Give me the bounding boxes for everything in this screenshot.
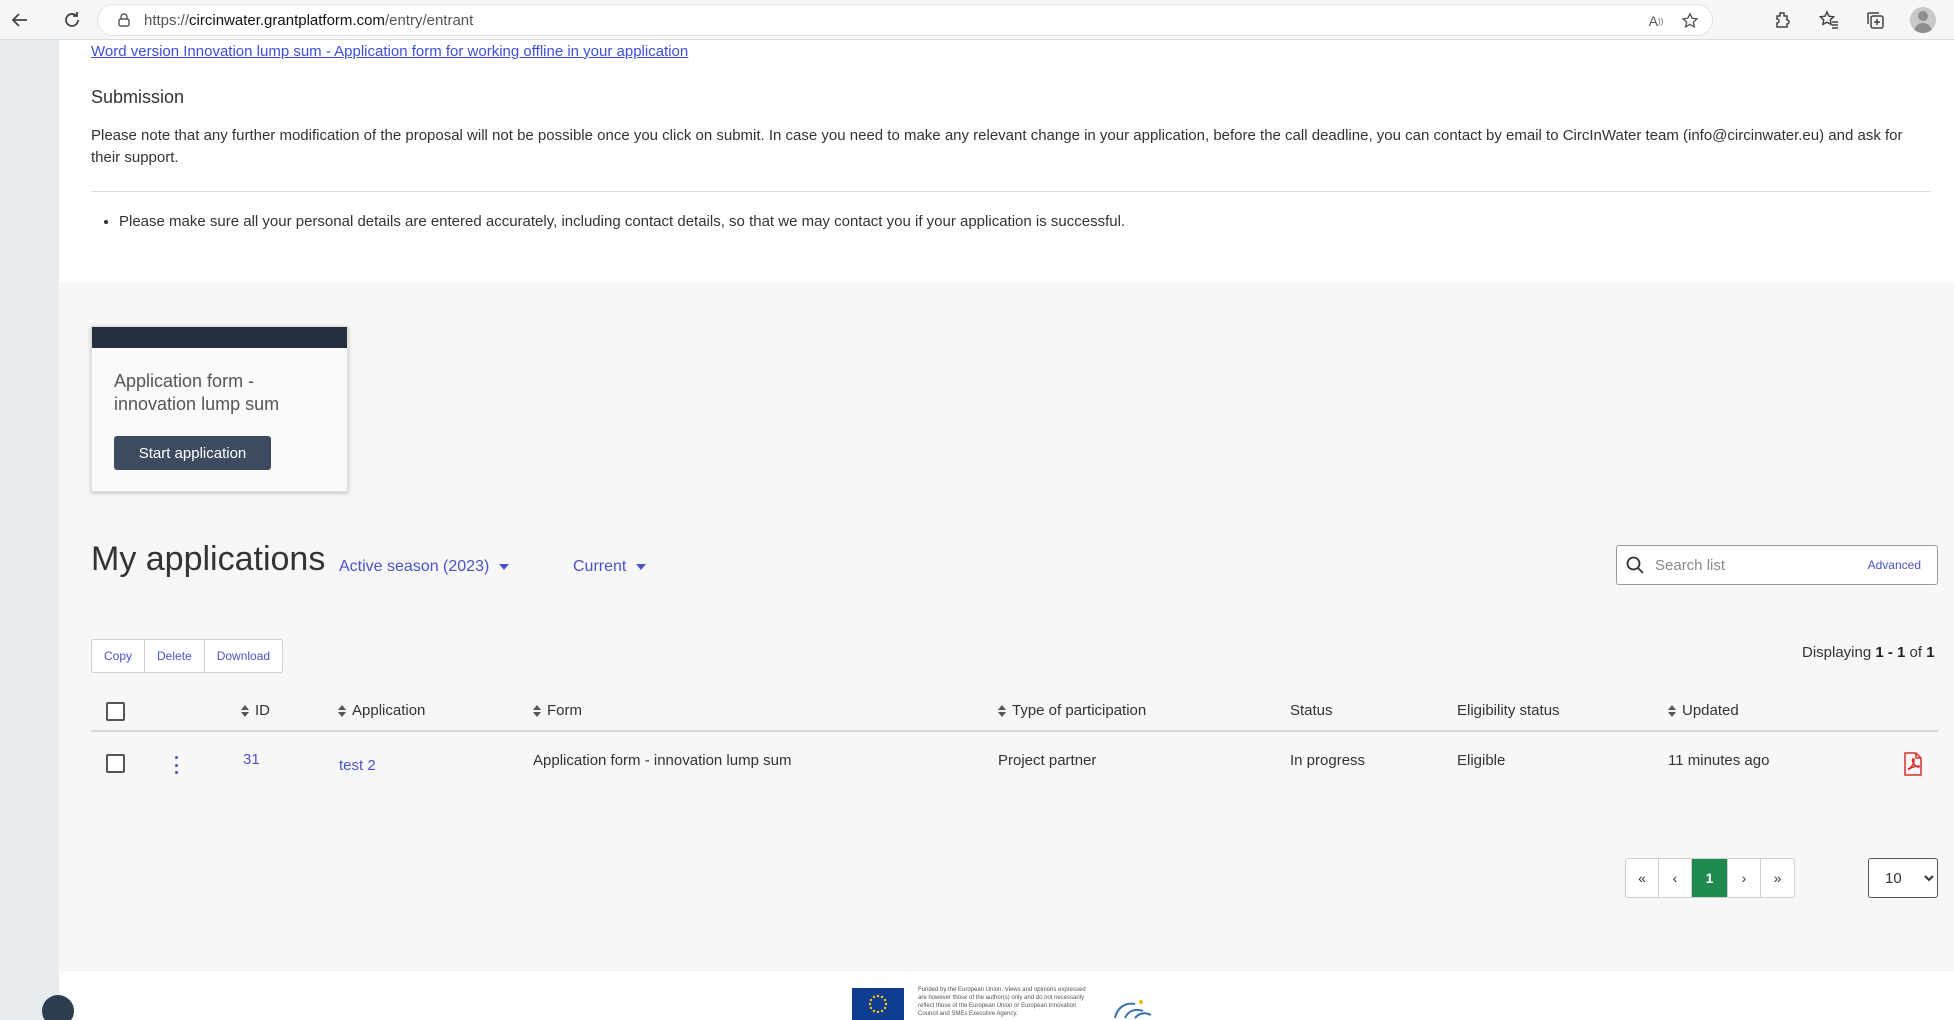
advanced-search-link[interactable]: Advanced [1868,558,1921,572]
last-page-button[interactable]: » [1761,859,1794,897]
sort-icon [338,704,346,717]
status-filter-label: Current [573,558,627,575]
url-domain: circinwater.grantplatform.com [189,11,385,29]
submission-text: Please note that any further modificatio… [91,127,1903,166]
table-row: 31 test 2 Application form - innovation … [91,734,1938,794]
result-count-prefix: Displaying [1802,644,1876,661]
card-header [92,327,347,348]
favorites-icon[interactable] [1818,9,1840,31]
column-status: Status [1290,702,1333,719]
row-menu-icon[interactable] [173,756,179,774]
read-aloud-icon[interactable]: A)) [1646,11,1666,31]
lock-icon [118,13,130,27]
column-application-label: Application [352,702,426,719]
extensions-icon[interactable] [1772,9,1794,31]
row-form: Application form - innovation lump sum [533,752,792,769]
status-filter-dropdown[interactable]: Current [573,558,647,576]
row-updated: 11 minutes ago [1668,752,1770,769]
column-form-label: Form [547,702,582,719]
row-status: In progress [1290,752,1366,769]
main-area: Application form - innovation lump sum S… [59,282,1954,972]
url-prefix: https:// [144,11,190,29]
bulk-actions: Copy Delete Download [91,639,284,673]
column-eligibility: Eligibility status [1457,702,1560,719]
card-title: Application form - innovation lump sum [114,371,280,414]
submission-heading: Submission [91,87,185,107]
row-id-link[interactable]: 31 [243,751,260,768]
caret-down-icon [499,564,510,570]
next-page-button[interactable]: › [1728,859,1761,897]
back-arrow-icon[interactable] [5,5,35,35]
left-sidebar [0,40,59,1020]
column-type[interactable]: Type of participation [998,702,1146,719]
page-1-button[interactable]: 1 [1692,859,1728,897]
application-form-card: Application form - innovation lump sum S… [91,326,348,492]
notes-list: Please make sure all your personal detai… [119,213,1125,230]
column-type-label: Type of participation [1012,702,1147,719]
row-eligibility: Eligible [1457,752,1506,769]
column-updated-label: Updated [1682,702,1739,719]
instructions-section: Word version Innovation lump sum - Appli… [59,40,1954,282]
project-logo [1114,1000,1152,1019]
row-checkbox[interactable] [106,754,125,773]
reload-icon[interactable] [57,5,87,35]
start-application-button[interactable]: Start application [114,436,271,470]
column-id[interactable]: ID [241,702,270,719]
pagination: « ‹ 1 › » [1625,858,1795,898]
result-count: Displaying 1 - 1 of 1 [1802,644,1935,661]
footer: Funded by the European Union. Views and … [59,972,1954,1020]
delete-button[interactable]: Delete [145,640,205,672]
note-item: Please make sure all your personal detai… [119,213,1125,230]
address-bar[interactable]: https://circinwater.grantplatform.com/en… [97,4,1713,36]
divider [91,191,1931,192]
copy-button[interactable]: Copy [92,640,146,672]
select-all-checkbox[interactable] [106,702,125,721]
result-count-of: of [1905,644,1927,661]
result-count-total: 1 [1926,644,1935,661]
funding-disclaimer: Funded by the European Union. Views and … [918,987,1086,1017]
row-application-link[interactable]: test 2 [339,757,376,774]
column-form[interactable]: Form [533,702,582,719]
word-version-link[interactable]: Word version Innovation lump sum - Appli… [91,43,688,60]
season-filter-dropdown[interactable]: Active season (2023) [339,558,510,576]
page-size-select[interactable]: 10 [1868,858,1938,898]
column-id-label: ID [255,702,270,719]
sort-icon [1668,704,1676,717]
season-filter-label: Active season (2023) [339,558,490,575]
search-input[interactable] [1655,556,1855,574]
column-updated[interactable]: Updated [1668,702,1739,719]
first-page-button[interactable]: « [1626,859,1659,897]
favorite-add-icon[interactable] [1680,11,1700,31]
result-count-range: 1 - 1 [1875,644,1906,661]
url-path: /entry/entrant [384,11,474,29]
sort-icon [533,704,541,717]
column-application[interactable]: Application [338,702,425,719]
caret-down-icon [636,564,647,570]
page-title: My applications [91,540,326,578]
sort-icon [998,704,1006,717]
pdf-icon[interactable] [1903,752,1923,776]
search-icon [1626,556,1644,574]
table-header: ID Application Form Type of participatio… [91,692,1938,732]
download-button[interactable]: Download [205,640,282,672]
profile-avatar[interactable] [1910,7,1936,33]
eu-flag-logo [852,988,904,1020]
browser-toolbar: https://circinwater.grantplatform.com/en… [0,0,1954,40]
help-launcher-button[interactable] [42,995,74,1020]
collections-icon[interactable] [1864,9,1886,31]
row-type: Project partner [998,752,1097,769]
search-box: Advanced [1616,545,1938,585]
prev-page-button[interactable]: ‹ [1659,859,1692,897]
sort-icon [241,704,249,717]
